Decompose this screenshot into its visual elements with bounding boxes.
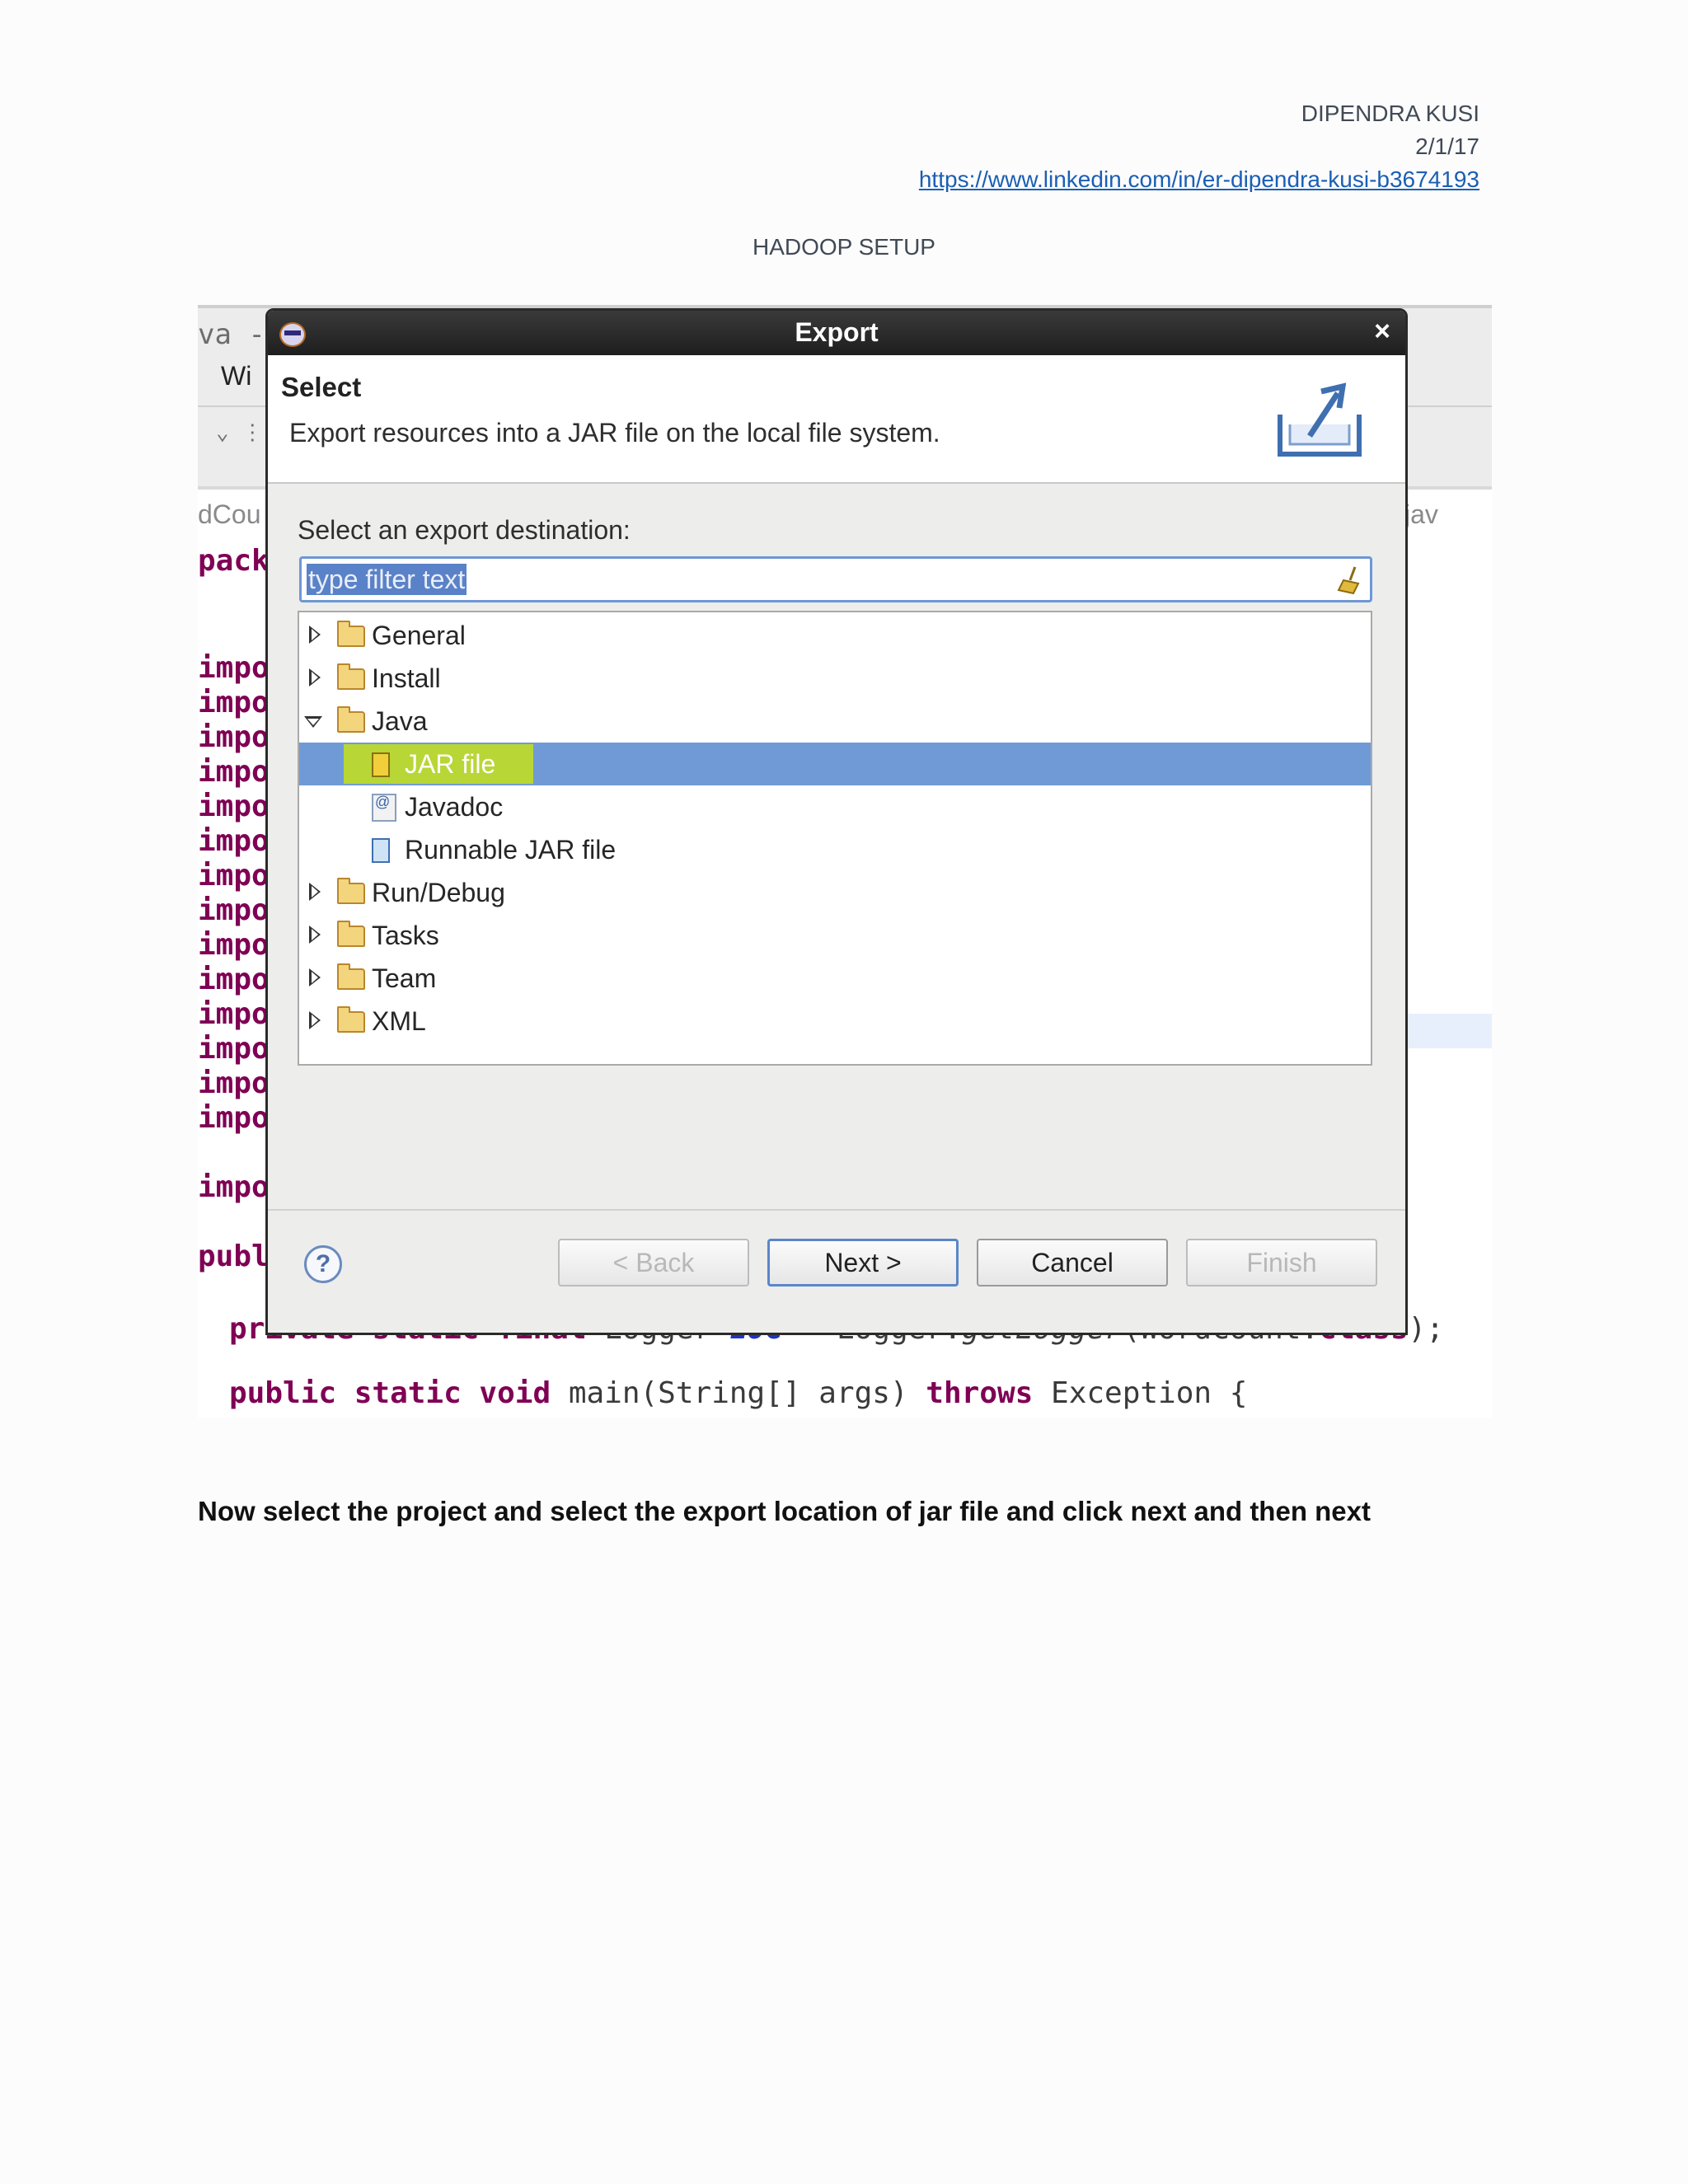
tree-item-javadoc[interactable]: Javadoc <box>299 785 1371 828</box>
document-date: 2/1/17 <box>1415 134 1479 159</box>
code-line-fragment: impo <box>198 686 270 719</box>
dialog-banner: Select Export resources into a JAR file … <box>268 355 1405 484</box>
code-line-main: public static void main(String[] args) t… <box>229 1376 1247 1410</box>
tree-item-label: General <box>372 621 466 650</box>
jar-file-icon <box>372 752 390 777</box>
folder-icon <box>337 963 365 990</box>
javadoc-icon <box>372 794 396 822</box>
tree-item-xml[interactable]: XML <box>299 1000 1371 1043</box>
close-icon[interactable]: × <box>1374 316 1390 348</box>
code-line-fragment: impo <box>198 963 270 996</box>
folder-icon <box>337 1006 365 1033</box>
tree-item-jar-file[interactable]: JAR file <box>299 743 1371 785</box>
author-name: DIPENDRA KUSI <box>1301 101 1479 126</box>
code-keyword: throws <box>926 1376 1034 1410</box>
export-destination-tree[interactable]: General Install Java JAR file Javadoc Runnabl… <box>298 611 1372 1066</box>
code-text: Exception { <box>1033 1376 1248 1410</box>
code-text: main(String[] args) <box>551 1376 926 1410</box>
tree-item-runnable-jar-file[interactable]: Runnable JAR file <box>299 828 1371 871</box>
filter-field[interactable]: type filter text <box>299 556 1372 602</box>
export-icon <box>1278 382 1362 457</box>
tree-item-install[interactable]: Install <box>299 657 1371 700</box>
tree-item-label: Install <box>372 663 441 693</box>
code-line-fragment: impo <box>198 720 270 754</box>
runnable-jar-icon <box>372 838 390 863</box>
code-line-fragment: impo <box>198 1032 270 1066</box>
cancel-button[interactable]: Cancel <box>977 1239 1168 1286</box>
linkedin-link[interactable]: https://www.linkedin.com/in/er-dipendra-… <box>919 166 1479 192</box>
code-line-fragment: pack <box>198 544 270 578</box>
folder-icon <box>337 706 365 733</box>
expand-arrow-right-icon[interactable] <box>309 968 321 987</box>
code-line-fragment: impo <box>198 755 270 789</box>
tree-item-team[interactable]: Team <box>299 957 1371 1000</box>
button-bar-divider <box>268 1209 1405 1211</box>
editor-tab-left[interactable]: dCou <box>198 499 261 530</box>
ide-menu-window[interactable]: Wi <box>221 361 251 391</box>
expand-arrow-right-icon[interactable] <box>309 926 321 944</box>
filter-selected-text: type filter text <box>307 564 467 595</box>
tree-item-label: Runnable JAR file <box>405 835 617 865</box>
code-line-fragment: impo <box>198 1066 270 1100</box>
banner-description: Export resources into a JAR file on the … <box>289 418 940 448</box>
code-line-fragment: impo <box>198 1101 270 1135</box>
tree-item-label: Team <box>372 963 437 993</box>
tree-item-tasks[interactable]: Tasks <box>299 914 1371 957</box>
ide-screenshot: va - Wi ⌄ ⋮ dCou jav pack impo impo impo imp… <box>198 305 1492 1418</box>
editor-tab-right[interactable]: jav <box>1404 499 1438 530</box>
dialog-titlebar[interactable]: Export × <box>268 311 1405 355</box>
tree-item-label: Run/Debug <box>372 878 505 907</box>
next-button[interactable]: Next > <box>767 1239 959 1286</box>
expand-arrow-right-icon[interactable] <box>309 668 321 687</box>
code-line-fragment: impo <box>198 997 270 1031</box>
tree-item-label: Tasks <box>372 921 439 950</box>
folder-icon <box>337 878 365 904</box>
banner-heading: Select <box>281 372 362 402</box>
instruction-caption: Now select the project and select the ex… <box>198 1496 1371 1526</box>
tree-item-label: Java <box>372 706 428 736</box>
code-line-fragment: impo <box>198 824 270 858</box>
code-line-fragment: impo <box>198 928 270 962</box>
export-dialog: Export × Select Export resources into a … <box>265 308 1408 1335</box>
document-title: HADOOP SETUP <box>753 234 935 260</box>
finish-button[interactable]: Finish <box>1186 1239 1377 1286</box>
tree-item-general[interactable]: General <box>299 614 1371 657</box>
tree-item-java[interactable]: Java <box>299 700 1371 743</box>
code-line-fragment: impo <box>198 893 270 927</box>
code-line-fragment: publ <box>198 1240 270 1273</box>
expand-arrow-right-icon[interactable] <box>309 883 321 901</box>
ide-toolbar-dropdown[interactable]: ⌄ ⋮ <box>216 420 263 445</box>
code-keyword: public static void <box>229 1376 551 1410</box>
code-line-fragment: impo <box>198 1170 270 1204</box>
ide-window-title: va - <box>198 318 265 351</box>
back-button[interactable]: < Back <box>558 1239 749 1286</box>
profile-link-line: https://www.linkedin.com/in/er-dipendra-… <box>919 163 1479 196</box>
destination-label: Select an export destination: <box>298 515 631 545</box>
tree-item-label: JAR file <box>405 749 496 779</box>
code-line-fragment: impo <box>198 859 270 893</box>
folder-icon <box>337 621 365 647</box>
code-line-fragment: impo <box>198 651 270 685</box>
tree-item-label: XML <box>372 1006 426 1036</box>
help-icon[interactable]: ? <box>304 1245 342 1283</box>
expand-arrow-right-icon[interactable] <box>309 626 321 644</box>
tree-item-label: Javadoc <box>405 792 504 822</box>
dialog-title: Export <box>795 317 879 347</box>
folder-icon <box>337 921 365 947</box>
clear-filter-icon[interactable] <box>1337 565 1362 595</box>
code-line-fragment: impo <box>198 790 270 823</box>
editor-current-line <box>1401 1014 1492 1048</box>
code-text: ); <box>1408 1312 1444 1346</box>
expand-arrow-right-icon[interactable] <box>309 1011 321 1029</box>
expand-arrow-down-icon[interactable] <box>304 716 322 728</box>
folder-icon <box>337 663 365 690</box>
tree-item-run-debug[interactable]: Run/Debug <box>299 871 1371 914</box>
